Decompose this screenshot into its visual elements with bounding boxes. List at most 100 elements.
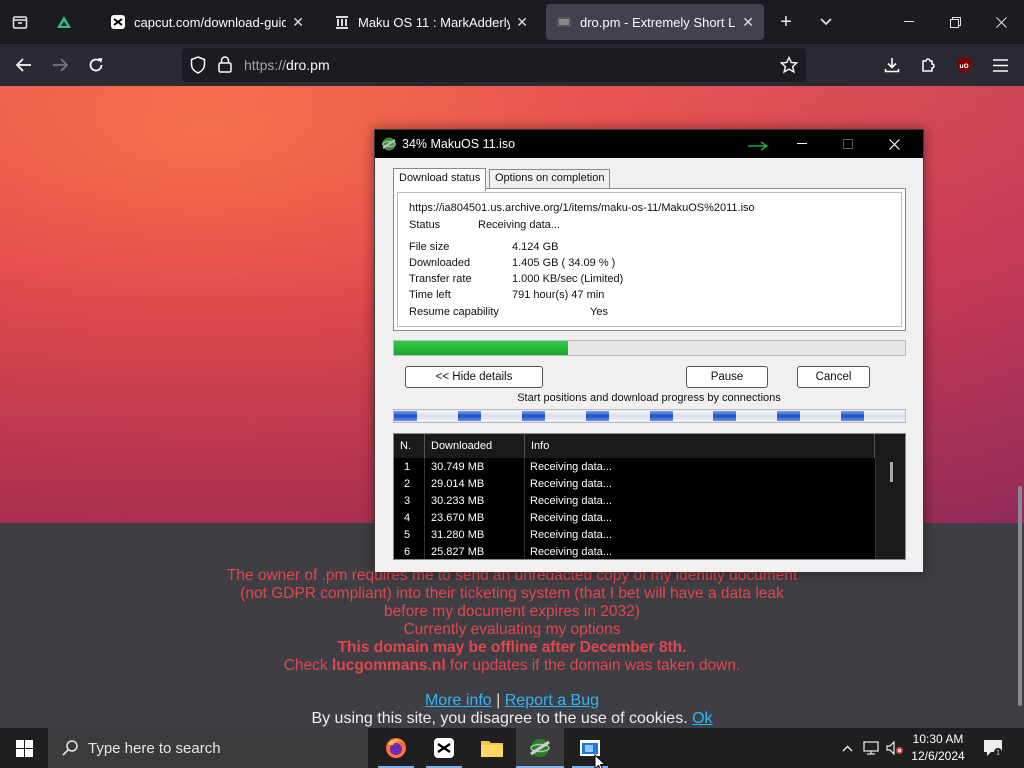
minimize-icon[interactable] xyxy=(886,0,932,44)
cell-info: Receiving data... xyxy=(530,546,612,558)
column-header-info[interactable]: Info xyxy=(525,434,875,458)
table-row[interactable]: 4 23.670 MB Receiving data... xyxy=(394,510,874,527)
idm-download-dialog: 34% MakuOS 11.iso Download status Option… xyxy=(374,129,924,572)
status-value: Receiving data... xyxy=(478,219,560,231)
tab-title: dro.pm - Extremely Short Links xyxy=(580,14,736,30)
tab-close-icon[interactable]: ✕ xyxy=(516,14,528,31)
taskbar-clock[interactable]: 10:30 AM 12/6/2024 xyxy=(902,731,974,765)
cell-downloaded: 23.670 MB xyxy=(431,512,485,524)
table-row[interactable]: 3 30.233 MB Receiving data... xyxy=(394,493,874,510)
column-header-n[interactable]: N. xyxy=(394,434,425,458)
cell-downloaded: 30.233 MB xyxy=(431,495,485,507)
url-text[interactable]: https://dro.pm xyxy=(244,57,330,73)
cell-info: Receiving data... xyxy=(530,529,612,541)
status-label: Status xyxy=(409,219,441,231)
table-row[interactable]: 6 25.827 MB Receiving data... xyxy=(394,544,874,559)
cell-downloaded: 29.014 MB xyxy=(431,478,485,490)
uploader-triangle-icon xyxy=(56,14,72,30)
table-row[interactable]: 5 31.280 MB Receiving data... xyxy=(394,527,874,544)
connection-remaining-segment xyxy=(481,411,522,421)
time-left-value: 791 hour(s) 47 min xyxy=(512,289,605,301)
connection-progress-segment xyxy=(586,411,609,421)
resume-capability-value: Yes xyxy=(590,306,608,318)
cell-downloaded: 25.827 MB xyxy=(431,546,485,558)
tab-capcut[interactable]: capcut.com/download-guidance ✕ xyxy=(100,4,314,40)
tab-title: Maku OS 11 : MarkAdderly : Free xyxy=(358,14,511,30)
connection-remaining-segment xyxy=(673,411,714,421)
notice-line: Currently evaluating my options xyxy=(403,621,621,638)
dialog-body: Download status Options on completion ht… xyxy=(375,158,923,572)
hide-details-button[interactable]: << Hide details xyxy=(405,366,543,388)
dialog-title-bar[interactable]: 34% MakuOS 11.iso xyxy=(375,130,923,158)
ublock-origin-icon[interactable]: uO xyxy=(948,49,980,81)
report-bug-link[interactable]: Report a Bug xyxy=(505,692,599,709)
clock-time: 10:30 AM xyxy=(912,732,964,746)
downloads-icon[interactable] xyxy=(876,49,908,81)
cell-info: Receiving data... xyxy=(530,478,612,490)
tray-overflow-chevron-icon[interactable] xyxy=(838,728,856,768)
download-progress-bar xyxy=(393,340,906,356)
capcut-icon[interactable] xyxy=(420,728,468,768)
downloaded-label: Downloaded xyxy=(409,257,471,269)
connection-remaining-segment xyxy=(609,411,650,421)
network-icon[interactable] xyxy=(860,728,882,768)
download-progress-fill xyxy=(394,341,568,355)
footer-links: More info | Report a Bug xyxy=(0,692,1024,710)
cell-n: 5 xyxy=(404,529,411,541)
more-info-link[interactable]: More info xyxy=(425,692,492,709)
tab-close-icon[interactable]: ✕ xyxy=(742,14,754,31)
connection-remaining-segment xyxy=(864,411,905,421)
url-scheme: https:// xyxy=(244,57,287,73)
address-bar[interactable]: https://dro.pm xyxy=(182,48,806,82)
forward-arrow-icon[interactable] xyxy=(44,49,76,81)
download-url: https://ia804501.us.archive.org/1/items/… xyxy=(409,202,755,214)
search-placeholder: Type here to search xyxy=(88,739,221,757)
tab-close-icon[interactable]: ✕ xyxy=(292,14,304,31)
cookie-banner: By using this site, you disagree to the … xyxy=(0,710,1024,728)
connection-progress-segment xyxy=(841,411,864,421)
taskbar-search-box[interactable]: Type here to search xyxy=(48,728,368,768)
table-row[interactable]: 2 29.014 MB Receiving data... xyxy=(394,476,874,493)
cookie-ok-link[interactable]: Ok xyxy=(692,710,712,727)
idm-icon[interactable] xyxy=(516,728,564,768)
close-window-icon[interactable] xyxy=(978,0,1024,44)
connections-scrollbar[interactable] xyxy=(875,458,905,559)
hamburger-menu-icon[interactable] xyxy=(984,49,1016,81)
dropm-icon xyxy=(556,14,572,30)
padlock-icon[interactable] xyxy=(218,56,232,78)
file-explorer-icon[interactable] xyxy=(468,728,516,768)
tracking-protection-shield-icon[interactable] xyxy=(190,56,206,79)
tab-options-on-completion[interactable]: Options on completion xyxy=(489,169,611,188)
lucgommans-link[interactable]: lucgommans.nl xyxy=(332,657,446,674)
downloaded-value: 1.405 GB ( 34.09 % ) xyxy=(512,257,616,269)
tab-overview-icon[interactable] xyxy=(4,0,36,44)
svg-text:uO: uO xyxy=(959,63,968,70)
pause-button[interactable]: Pause xyxy=(686,366,768,388)
connections-scroll-thumb[interactable] xyxy=(890,462,893,482)
connections-label: Start positions and download progress by… xyxy=(517,392,781,404)
list-tabs-chevron-icon[interactable] xyxy=(810,0,842,44)
notifications-icon[interactable]: 1 xyxy=(978,728,1008,768)
connections-progress-bar xyxy=(393,409,906,423)
connection-progress-segment xyxy=(650,411,673,421)
restore-icon[interactable] xyxy=(932,0,978,44)
window-icon[interactable] xyxy=(566,728,614,768)
table-row[interactable]: 1 30.749 MB Receiving data... xyxy=(394,459,874,476)
new-tab-icon[interactable]: + xyxy=(770,0,802,44)
extensions-puzzle-icon[interactable] xyxy=(912,49,944,81)
tab-dropm[interactable]: dro.pm - Extremely Short Links ✕ xyxy=(546,4,764,40)
windows-start-icon[interactable] xyxy=(0,728,48,768)
dialog-minimize-icon[interactable] xyxy=(779,130,825,158)
back-arrow-icon[interactable] xyxy=(8,49,40,81)
bookmark-star-icon[interactable] xyxy=(779,55,799,79)
tab-maku-os[interactable]: Maku OS 11 : MarkAdderly : Free ✕ xyxy=(324,4,538,40)
dialog-close-icon[interactable] xyxy=(871,130,917,158)
cancel-button[interactable]: Cancel xyxy=(797,366,870,388)
tab-download-status[interactable]: Download status xyxy=(393,168,487,191)
page-scrollbar[interactable] xyxy=(1018,486,1022,706)
cell-info: Receiving data... xyxy=(530,512,612,524)
tab-uploader[interactable] xyxy=(46,4,86,40)
reload-icon[interactable] xyxy=(80,49,112,81)
column-header-downloaded[interactable]: Downloaded xyxy=(425,434,525,458)
firefox-icon[interactable] xyxy=(372,728,420,768)
